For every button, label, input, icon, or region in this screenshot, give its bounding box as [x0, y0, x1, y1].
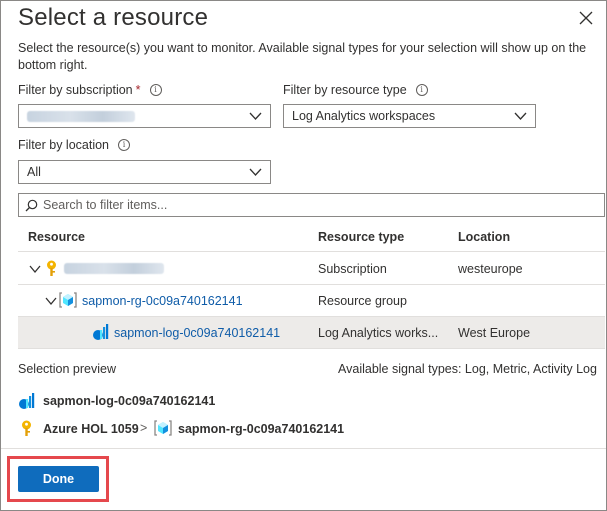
table-row-resource-group[interactable]: sapmon-rg-0c09a740162141 Resource group — [18, 285, 605, 317]
table-row-subscription[interactable]: Subscription westeurope — [18, 253, 605, 285]
resource-table-header: Resource Resource type Location — [18, 224, 605, 252]
location-cell: West Europe — [458, 326, 531, 340]
resource-type-value: Log Analytics workspaces — [292, 109, 436, 123]
chevron-down-icon — [249, 112, 262, 120]
selection-preview-label: Selection preview — [18, 362, 116, 376]
done-button[interactable]: Done — [18, 466, 99, 492]
search-input[interactable]: Search to filter items... — [18, 193, 605, 217]
log-analytics-workspace-link[interactable]: sapmon-log-0c09a740162141 — [114, 326, 280, 340]
panel-title: Select a resource — [18, 4, 209, 31]
search-icon — [25, 199, 38, 212]
column-header-location: Location — [458, 230, 511, 244]
location-cell: westeurope — [458, 262, 523, 276]
close-icon[interactable] — [577, 9, 595, 27]
resource-type-cell: Resource group — [318, 294, 407, 308]
location-filter-label: Filter by location i — [18, 138, 131, 152]
required-marker: * — [135, 83, 141, 97]
location-value: All — [27, 165, 41, 179]
key-icon — [22, 420, 31, 436]
resource-type-filter-label: Filter by resource type i — [283, 83, 428, 97]
log-analytics-icon — [19, 393, 35, 409]
key-icon — [47, 260, 56, 276]
select-resource-panel: Select a resource Select the resource(s)… — [0, 0, 607, 511]
chevron-down-icon[interactable] — [45, 295, 57, 307]
chevron-down-icon — [249, 168, 262, 176]
column-header-resource-type: Resource type — [318, 230, 405, 244]
search-placeholder: Search to filter items... — [43, 198, 168, 212]
chevron-down-icon — [514, 112, 527, 120]
info-icon[interactable]: i — [118, 139, 131, 151]
footer-divider — [1, 448, 606, 449]
resource-type-cell: Log Analytics works... — [318, 326, 439, 340]
subscription-filter-label: Filter by subscription * i — [18, 83, 162, 97]
table-row-log-analytics[interactable]: sapmon-log-0c09a740162141 Log Analytics … — [18, 317, 605, 349]
redacted-subscription-value — [27, 110, 135, 122]
log-analytics-icon — [93, 324, 109, 340]
resource-group-icon — [154, 420, 172, 436]
resource-type-dropdown[interactable]: Log Analytics workspaces — [283, 104, 536, 128]
panel-description: Select the resource(s) you want to monit… — [18, 41, 587, 72]
location-dropdown[interactable]: All — [18, 160, 271, 184]
column-header-resource: Resource — [28, 230, 85, 244]
resource-group-link[interactable]: sapmon-rg-0c09a740162141 — [82, 294, 243, 308]
selected-resource-name: sapmon-log-0c09a740162141 — [43, 394, 216, 408]
info-icon[interactable]: i — [415, 84, 428, 96]
resource-group-icon — [59, 292, 77, 308]
redacted-subscription-name — [64, 263, 164, 274]
resource-type-cell: Subscription — [318, 262, 387, 276]
preview-subscription-name: Azure HOL 1059 — [43, 422, 139, 436]
subscription-dropdown[interactable] — [18, 104, 271, 128]
chevron-down-icon[interactable] — [29, 263, 41, 275]
info-icon[interactable]: i — [149, 84, 162, 96]
preview-resource-group-name: sapmon-rg-0c09a740162141 — [178, 422, 345, 436]
breadcrumb-separator: > — [140, 421, 148, 435]
available-signal-types: Available signal types: Log, Metric, Act… — [338, 362, 597, 376]
